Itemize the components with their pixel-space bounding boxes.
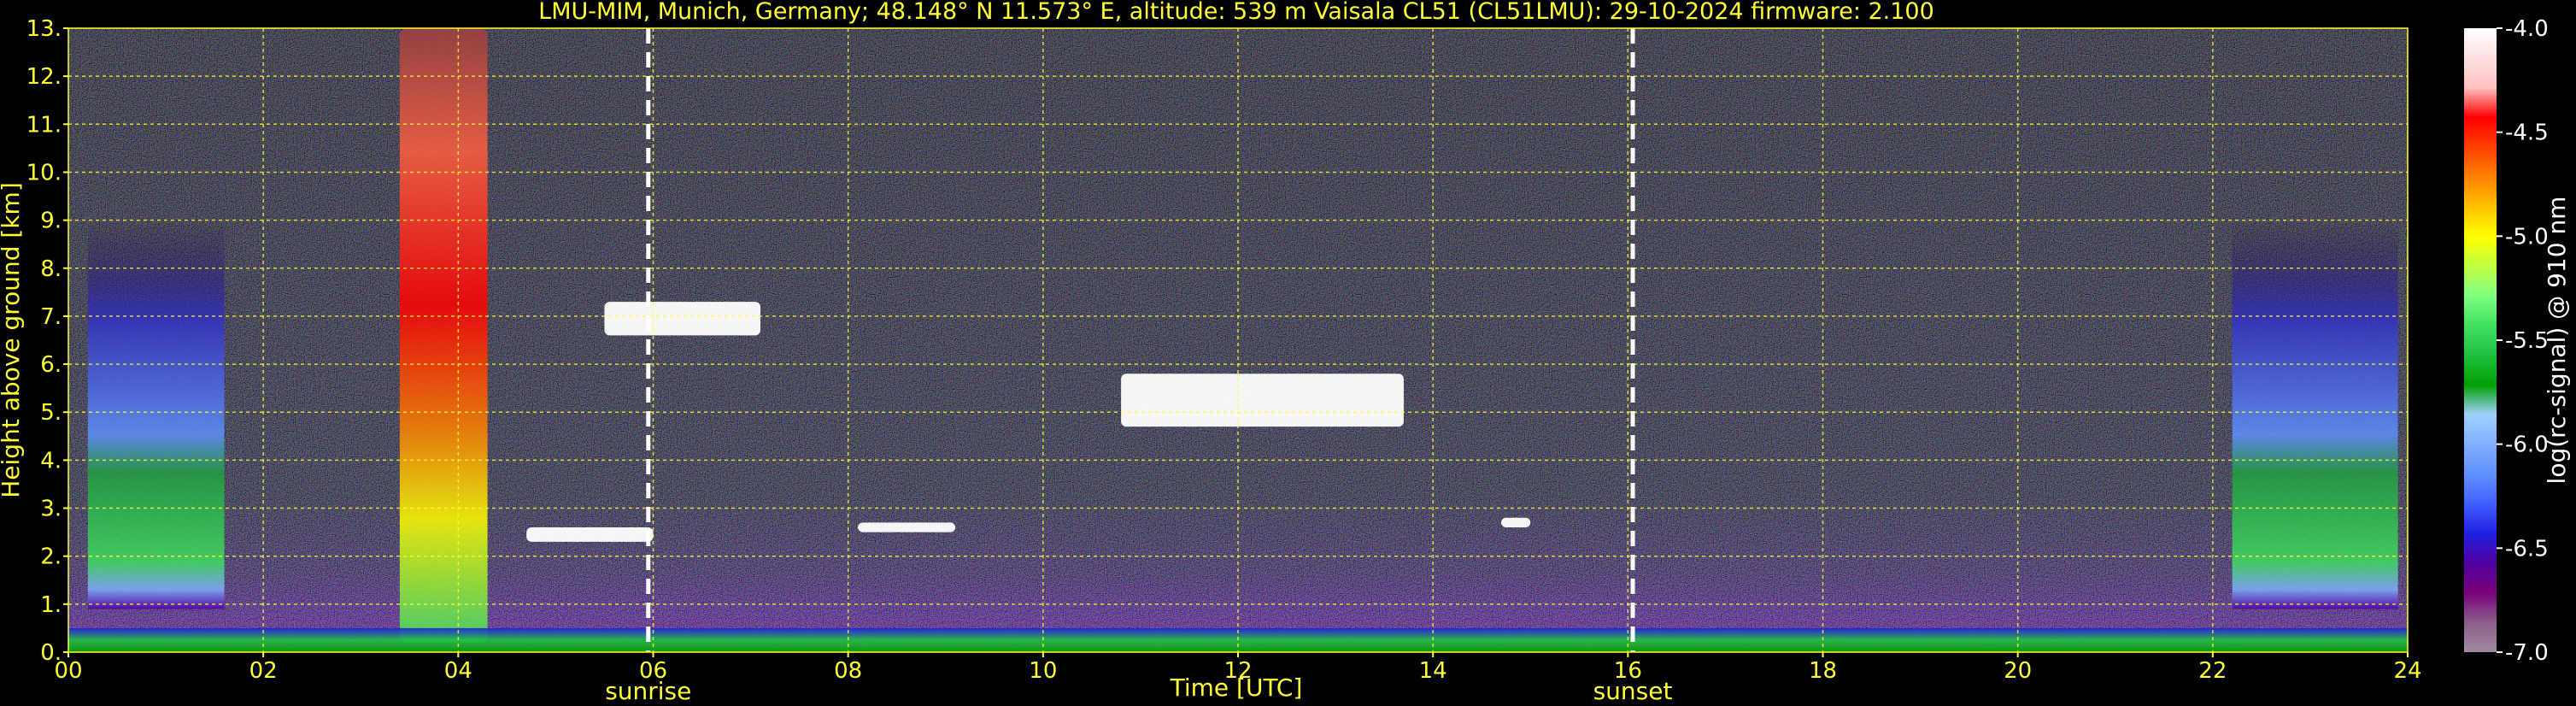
x-tick-label: 14: [1419, 658, 1447, 684]
ceilometer-chart: LMU-MIM, Munich, Germany; 48.148° N 11.5…: [0, 0, 2571, 705]
colorbar-label: log(rc-signal) @ 910 nm: [2543, 197, 2571, 485]
y-tick-label: 11.: [26, 112, 62, 138]
y-tick-label: 6.: [40, 352, 62, 378]
y-tick-label: 1.: [40, 592, 62, 618]
colorbar-scale: [2464, 28, 2497, 652]
colorbar-tick-label: -6.5: [2505, 536, 2549, 562]
y-axis-label: Height above ground [km]: [0, 182, 25, 498]
x-tick-label: 20: [2004, 658, 2032, 684]
y-tick-label: 13.: [26, 16, 62, 42]
x-tick-label: 16: [1614, 658, 1642, 684]
x-tick-label: 24: [2393, 658, 2421, 684]
y-tick-label: 8.: [40, 256, 62, 282]
x-axis-label: Time [UTC]: [1170, 674, 1303, 702]
x-tick-label: 10: [1029, 658, 1057, 684]
feature-precipitation-cloud-column-1: [399, 28, 488, 643]
feature-cloud-layer-2: [526, 527, 654, 542]
y-tick-label: 12.: [26, 64, 62, 90]
colorbar: -4.0-4.5-5.0-5.5-6.0-6.5-7.0 log(rc-sign…: [2464, 16, 2571, 666]
y-tick-label: 3.: [40, 497, 62, 522]
y-tick-label: 2.: [40, 544, 62, 570]
x-tick-label: 18: [1809, 658, 1837, 684]
colorbar-tick-label: -7.0: [2505, 640, 2549, 666]
y-tick-label: 9.: [40, 209, 62, 234]
x-tick-label: 02: [249, 658, 278, 684]
x-tick-label: 22: [2198, 658, 2227, 684]
y-tick-label: 0.: [40, 640, 62, 666]
y-tick-label: 4.: [40, 448, 62, 474]
plot-area: [68, 28, 2408, 652]
colorbar-tick-label: -4.5: [2505, 121, 2549, 146]
y-tick-label: 5.: [40, 400, 62, 426]
colorbar-tick-label: -4.0: [2505, 16, 2549, 42]
feature-cloud-layer-4: [858, 522, 956, 532]
x-tick-label: 06: [639, 658, 667, 684]
y-tick-label: 7.: [40, 304, 62, 330]
x-tick-label: 08: [834, 658, 862, 684]
chart-title: LMU-MIM, Munich, Germany; 48.148° N 11.5…: [538, 0, 1934, 25]
x-tick-label: 04: [444, 658, 472, 684]
feature-aerosol-column-7: [2232, 220, 2398, 609]
feature-aerosol-column-0: [87, 220, 225, 609]
y-tick-label: 10.: [26, 160, 62, 185]
feature-cloud-layer-6: [1501, 517, 1531, 527]
feature-cloud-layer-3: [604, 302, 760, 336]
feature-cloud-layer-5: [1121, 374, 1404, 427]
